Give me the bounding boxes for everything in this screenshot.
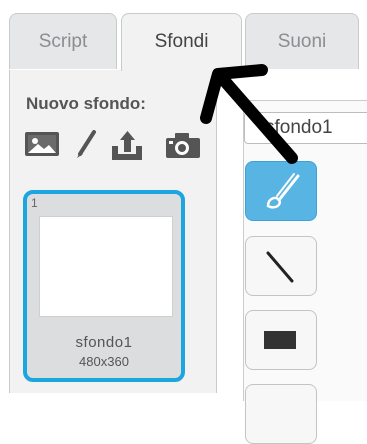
tab-bar: Script Sfondi Suoni (0, 0, 367, 71)
new-backdrop-label: Nuovo sfondo: (26, 94, 146, 113)
backdrop-preview (39, 216, 173, 317)
paint-brush-icon[interactable] (74, 130, 98, 160)
backdrop-size: 480x360 (79, 354, 129, 369)
camera-icon[interactable] (164, 130, 202, 160)
brush-tool-button[interactable] (245, 161, 317, 221)
tab-sfondi[interactable]: Sfondi (121, 13, 242, 71)
costume-name-input[interactable] (244, 112, 367, 144)
tab-script[interactable]: Script (9, 13, 117, 69)
brush-icon (266, 173, 300, 209)
paint-editor (217, 70, 367, 444)
line-icon (266, 251, 294, 283)
rectangle-icon (264, 331, 296, 349)
tab-suoni[interactable]: Suoni (245, 13, 359, 69)
backdrop-name: sfondo1 (75, 334, 133, 351)
upload-icon[interactable] (110, 130, 144, 162)
image-library-icon[interactable] (24, 130, 60, 158)
backdrop-index: 1 (31, 196, 38, 210)
backdrop-sidebar: Nuovo sfondo: 1 sfondo1 480x360 (9, 70, 217, 393)
rectangle-tool-button[interactable] (245, 310, 317, 370)
new-backdrop-tools (24, 130, 214, 170)
next-tool-button[interactable] (245, 384, 317, 444)
backdrop-thumbnail[interactable]: 1 sfondo1 480x360 (23, 190, 185, 382)
line-tool-button[interactable] (245, 236, 317, 296)
